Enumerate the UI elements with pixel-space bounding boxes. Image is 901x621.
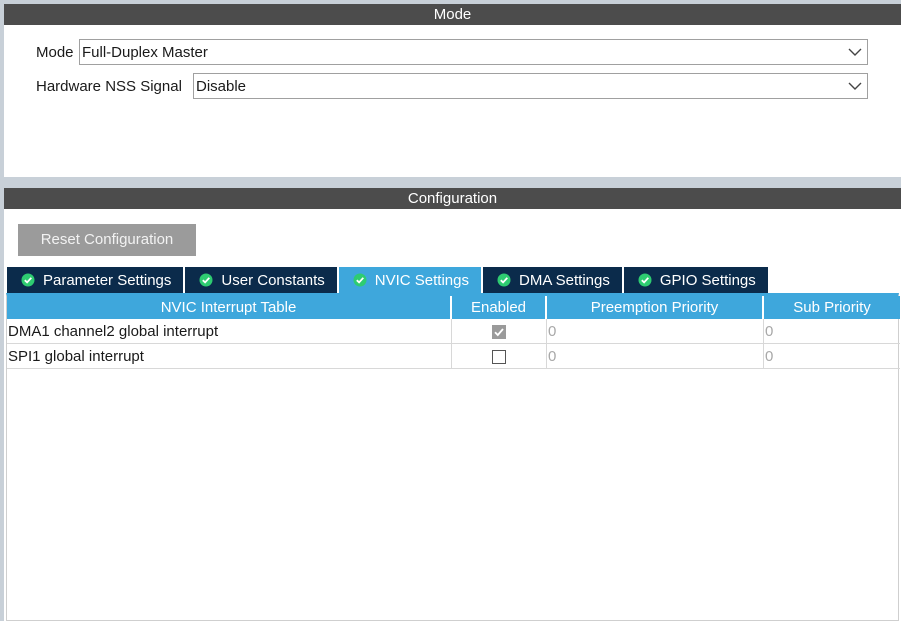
checkmark-icon xyxy=(494,327,504,336)
tab-parameter-settings[interactable]: Parameter Settings xyxy=(7,267,184,293)
table-row[interactable]: DMA1 channel2 global interrupt 0 0 xyxy=(7,319,900,344)
nvic-table-container: NVIC Interrupt Table Enabled Preemption … xyxy=(6,293,900,621)
enabled-checkbox[interactable] xyxy=(492,349,506,364)
preemption-priority-cell[interactable]: 0 xyxy=(547,319,764,344)
check-circle-icon xyxy=(353,273,367,287)
hardware-nss-select[interactable]: Disable xyxy=(193,73,868,99)
configuration-section-header: Configuration xyxy=(4,188,901,209)
configuration-tabs: Parameter Settings User Constants NVIC S… xyxy=(7,267,770,293)
enabled-checkbox[interactable] xyxy=(492,324,506,339)
chevron-down-icon xyxy=(848,82,862,90)
tab-user-constants[interactable]: User Constants xyxy=(185,267,337,293)
mode-label: Mode xyxy=(36,43,74,61)
enabled-cell xyxy=(452,319,547,344)
hardware-nss-label: Hardware NSS Signal xyxy=(36,77,182,95)
mode-panel: Mode Mode Full-Duplex Master Hardware NS… xyxy=(4,4,901,177)
mode-select-value: Full-Duplex Master xyxy=(82,43,208,61)
configuration-panel: Configuration Reset Configuration Parame… xyxy=(4,188,901,621)
tab-label: NVIC Settings xyxy=(374,271,469,289)
check-circle-icon xyxy=(199,273,213,287)
interrupt-name-cell: DMA1 channel2 global interrupt xyxy=(7,319,452,344)
sub-priority-cell[interactable]: 0 xyxy=(764,319,900,344)
mode-row: Mode xyxy=(36,39,77,65)
mode-section-header: Mode xyxy=(4,4,901,25)
column-header-enabled[interactable]: Enabled xyxy=(452,296,547,319)
preemption-priority-cell[interactable]: 0 xyxy=(547,344,764,369)
sub-priority-cell[interactable]: 0 xyxy=(764,344,900,369)
mode-select[interactable]: Full-Duplex Master xyxy=(79,39,868,65)
column-header-sub-priority[interactable]: Sub Priority xyxy=(764,296,900,319)
column-header-preemption-priority[interactable]: Preemption Priority xyxy=(547,296,764,319)
nvic-interrupt-table: NVIC Interrupt Table Enabled Preemption … xyxy=(7,296,900,369)
column-header-interrupt[interactable]: NVIC Interrupt Table xyxy=(7,296,452,319)
tab-label: User Constants xyxy=(221,271,325,289)
chevron-down-icon xyxy=(848,48,862,56)
table-row[interactable]: SPI1 global interrupt 0 0 xyxy=(7,344,900,369)
tab-label: DMA Settings xyxy=(519,271,610,289)
check-circle-icon xyxy=(638,273,652,287)
reset-configuration-button[interactable]: Reset Configuration xyxy=(18,224,196,256)
hardware-nss-select-value: Disable xyxy=(196,77,247,95)
interrupt-name-cell: SPI1 global interrupt xyxy=(7,344,452,369)
tab-gpio-settings[interactable]: GPIO Settings xyxy=(623,267,768,293)
enabled-cell xyxy=(452,344,547,369)
tab-label: Parameter Settings xyxy=(43,271,172,289)
hardware-nss-row: Hardware NSS Signal xyxy=(36,73,185,99)
tab-dma-settings[interactable]: DMA Settings xyxy=(483,267,622,293)
check-circle-icon xyxy=(497,273,511,287)
table-header-row: NVIC Interrupt Table Enabled Preemption … xyxy=(7,296,900,319)
tab-label: GPIO Settings xyxy=(659,271,756,289)
check-circle-icon xyxy=(21,273,35,287)
tab-nvic-settings[interactable]: NVIC Settings xyxy=(338,267,481,293)
